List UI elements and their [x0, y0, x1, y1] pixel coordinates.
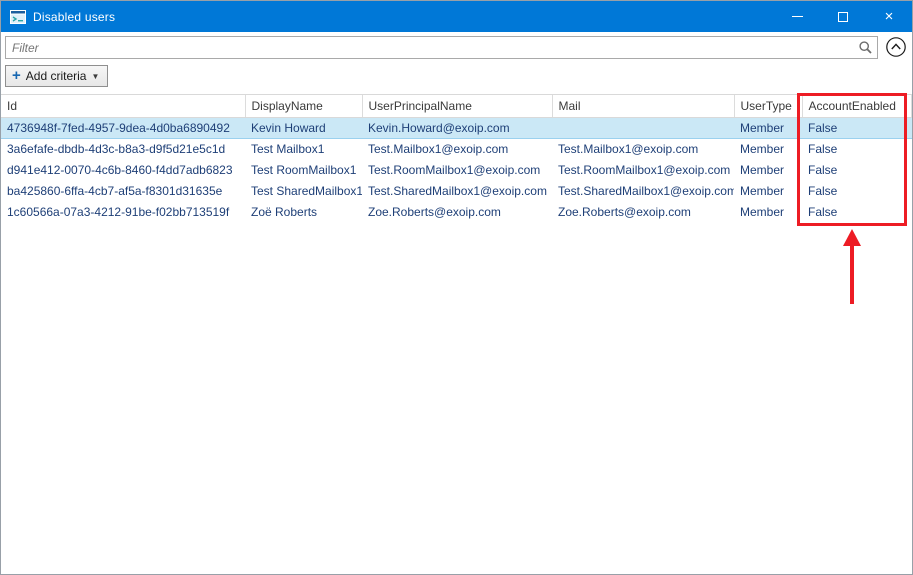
window-controls: × — [774, 1, 912, 32]
table-cell: Test Mailbox1 — [245, 138, 362, 159]
table-cell: False — [802, 201, 912, 222]
table-cell: Member — [734, 201, 802, 222]
results-grid-area: IdDisplayNameUserPrincipalNameMailUserTy… — [1, 94, 912, 574]
table-cell: False — [802, 138, 912, 159]
column-header-displayname[interactable]: DisplayName — [245, 95, 362, 117]
table-cell: Kevin Howard — [245, 117, 362, 138]
table-cell: Test SharedMailbox1 — [245, 180, 362, 201]
column-header-id[interactable]: Id — [1, 95, 245, 117]
table-cell: 4736948f-7fed-4957-9dea-4d0ba6890492 — [1, 117, 245, 138]
table-cell: False — [802, 117, 912, 138]
minimize-button[interactable] — [774, 1, 820, 32]
maximize-icon — [838, 12, 848, 22]
table-cell: d941e412-0070-4c6b-8460-f4dd7adb6823 — [1, 159, 245, 180]
table-row[interactable]: d941e412-0070-4c6b-8460-f4dd7adb6823Test… — [1, 159, 912, 180]
table-cell: Kevin.Howard@exoip.com — [362, 117, 552, 138]
maximize-button[interactable] — [820, 1, 866, 32]
filter-input-wrap — [5, 36, 878, 59]
add-criteria-button[interactable]: + Add criteria ▼ — [5, 65, 108, 87]
table-cell: 1c60566a-07a3-4212-91be-f02bb713519f — [1, 201, 245, 222]
table-row[interactable]: 1c60566a-07a3-4212-91be-f02bb713519fZoë … — [1, 201, 912, 222]
table-cell: False — [802, 180, 912, 201]
table-cell: Zoe.Roberts@exoip.com — [362, 201, 552, 222]
table-cell: Member — [734, 138, 802, 159]
window: Disabled users × + A — [0, 0, 913, 575]
table-row[interactable]: 3a6efafe-dbdb-4d3c-b8a3-d9f5d21e5c1dTest… — [1, 138, 912, 159]
window-title: Disabled users — [33, 10, 115, 24]
search-icon — [858, 40, 873, 55]
table-cell: Member — [734, 159, 802, 180]
table-cell: Member — [734, 117, 802, 138]
criteria-bar: + Add criteria ▼ — [1, 62, 912, 94]
table-cell: Member — [734, 180, 802, 201]
minimize-icon — [792, 16, 803, 17]
column-header-accountenabled[interactable]: AccountEnabled — [802, 95, 912, 117]
plus-icon: + — [12, 71, 21, 81]
column-header-usertype[interactable]: UserType — [734, 95, 802, 117]
collapse-criteria-button[interactable] — [884, 36, 907, 59]
filter-bar — [1, 32, 912, 62]
table-cell: Test.RoomMailbox1@exoip.com — [362, 159, 552, 180]
table-row[interactable]: ba425860-6ffa-4cb7-af5a-f8301d31635eTest… — [1, 180, 912, 201]
annotation-arrow-icon — [839, 229, 865, 305]
table-cell — [552, 117, 734, 138]
column-header-userprincipalname[interactable]: UserPrincipalName — [362, 95, 552, 117]
chevron-down-icon: ▼ — [91, 72, 99, 81]
table-cell: Test RoomMailbox1 — [245, 159, 362, 180]
table-cell: Test.SharedMailbox1@exoip.com — [552, 180, 734, 201]
table-cell: ba425860-6ffa-4cb7-af5a-f8301d31635e — [1, 180, 245, 201]
users-table: IdDisplayNameUserPrincipalNameMailUserTy… — [1, 95, 912, 223]
chevron-up-circle-icon — [885, 36, 907, 58]
table-cell: Zoë Roberts — [245, 201, 362, 222]
table-cell: 3a6efafe-dbdb-4d3c-b8a3-d9f5d21e5c1d — [1, 138, 245, 159]
close-icon: × — [885, 9, 894, 24]
app-icon — [10, 9, 26, 25]
add-criteria-label: Add criteria — [26, 69, 87, 83]
filter-input[interactable] — [5, 36, 878, 59]
close-button[interactable]: × — [866, 1, 912, 32]
column-header-mail[interactable]: Mail — [552, 95, 734, 117]
table-cell: Zoe.Roberts@exoip.com — [552, 201, 734, 222]
titlebar[interactable]: Disabled users × — [1, 1, 912, 32]
table-cell: Test.SharedMailbox1@exoip.com — [362, 180, 552, 201]
table-cell: Test.Mailbox1@exoip.com — [362, 138, 552, 159]
table-cell: Test.RoomMailbox1@exoip.com — [552, 159, 734, 180]
grid-header-row: IdDisplayNameUserPrincipalNameMailUserTy… — [1, 95, 912, 117]
table-cell: False — [802, 159, 912, 180]
table-row[interactable]: 4736948f-7fed-4957-9dea-4d0ba6890492Kevi… — [1, 117, 912, 138]
table-cell: Test.Mailbox1@exoip.com — [552, 138, 734, 159]
